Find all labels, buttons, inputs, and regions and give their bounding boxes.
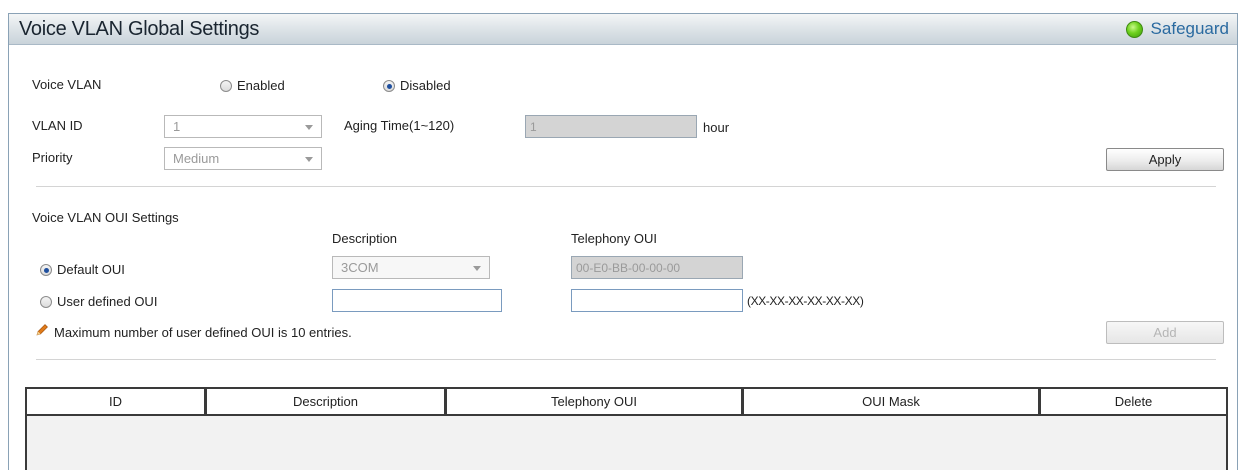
user-telephony-oui-input[interactable] (571, 289, 743, 312)
priority-label: Priority (32, 150, 73, 165)
column-header-delete: Delete (1038, 389, 1226, 414)
oui-format-hint: (XX-XX-XX-XX-XX-XX) (747, 294, 864, 308)
chevron-down-icon (473, 266, 481, 271)
apply-button[interactable]: Apply (1106, 148, 1224, 171)
vlan-id-label: VLAN ID (32, 118, 83, 133)
column-header-id: ID (27, 389, 204, 414)
title-bar: Voice VLAN Global Settings Safeguard (9, 14, 1237, 45)
vlan-id-value: 1 (173, 119, 181, 134)
voice-vlan-disabled-radio[interactable] (383, 80, 395, 92)
default-oui-description-value: 3COM (341, 260, 379, 275)
priority-value: Medium (173, 151, 220, 166)
description-column-label: Description (332, 231, 398, 246)
safeguard-status-icon (1125, 20, 1143, 38)
table-header: ID Description Telephony OUI OUI Mask De… (27, 389, 1226, 416)
add-button[interactable]: Add (1106, 321, 1224, 344)
oui-table: ID Description Telephony OUI OUI Mask De… (25, 387, 1228, 470)
aging-time-unit: hour (703, 120, 730, 135)
default-telephony-oui-input[interactable] (571, 256, 743, 279)
chevron-down-icon (305, 157, 313, 162)
oui-section-title: Voice VLAN OUI Settings (32, 210, 179, 225)
page-title: Voice VLAN Global Settings (19, 18, 260, 40)
default-oui-label: Default OUI (57, 262, 125, 277)
table-body (27, 416, 1226, 470)
voice-vlan-enabled-label: Enabled (237, 78, 285, 93)
safeguard-indicator: Safeguard (1125, 19, 1229, 39)
section-divider (36, 359, 1216, 360)
user-defined-oui-radio[interactable] (40, 296, 52, 308)
chevron-down-icon (305, 125, 313, 130)
user-description-input[interactable] (332, 289, 502, 312)
max-oui-note: Maximum number of user defined OUI is 10… (54, 325, 352, 340)
priority-select[interactable]: Medium (164, 147, 322, 170)
pencil-icon (36, 324, 48, 336)
voice-vlan-label: Voice VLAN (32, 77, 102, 92)
telephony-oui-column-label: Telephony OUI (571, 231, 657, 246)
default-oui-radio[interactable] (40, 264, 52, 276)
section-divider (36, 186, 1216, 187)
default-oui-description-select[interactable]: 3COM (332, 256, 490, 279)
user-defined-oui-label: User defined OUI (57, 294, 158, 309)
aging-time-label: Aging Time(1~120) (344, 118, 455, 133)
column-header-description: Description (204, 389, 444, 414)
aging-time-input[interactable] (525, 115, 697, 138)
voice-vlan-enabled-radio[interactable] (220, 80, 232, 92)
vlan-id-select[interactable]: 1 (164, 115, 322, 138)
safeguard-label: Safeguard (1150, 19, 1229, 38)
column-header-oui-mask: OUI Mask (741, 389, 1038, 414)
column-header-telephony-oui: Telephony OUI (444, 389, 741, 414)
voice-vlan-disabled-label: Disabled (400, 78, 451, 93)
